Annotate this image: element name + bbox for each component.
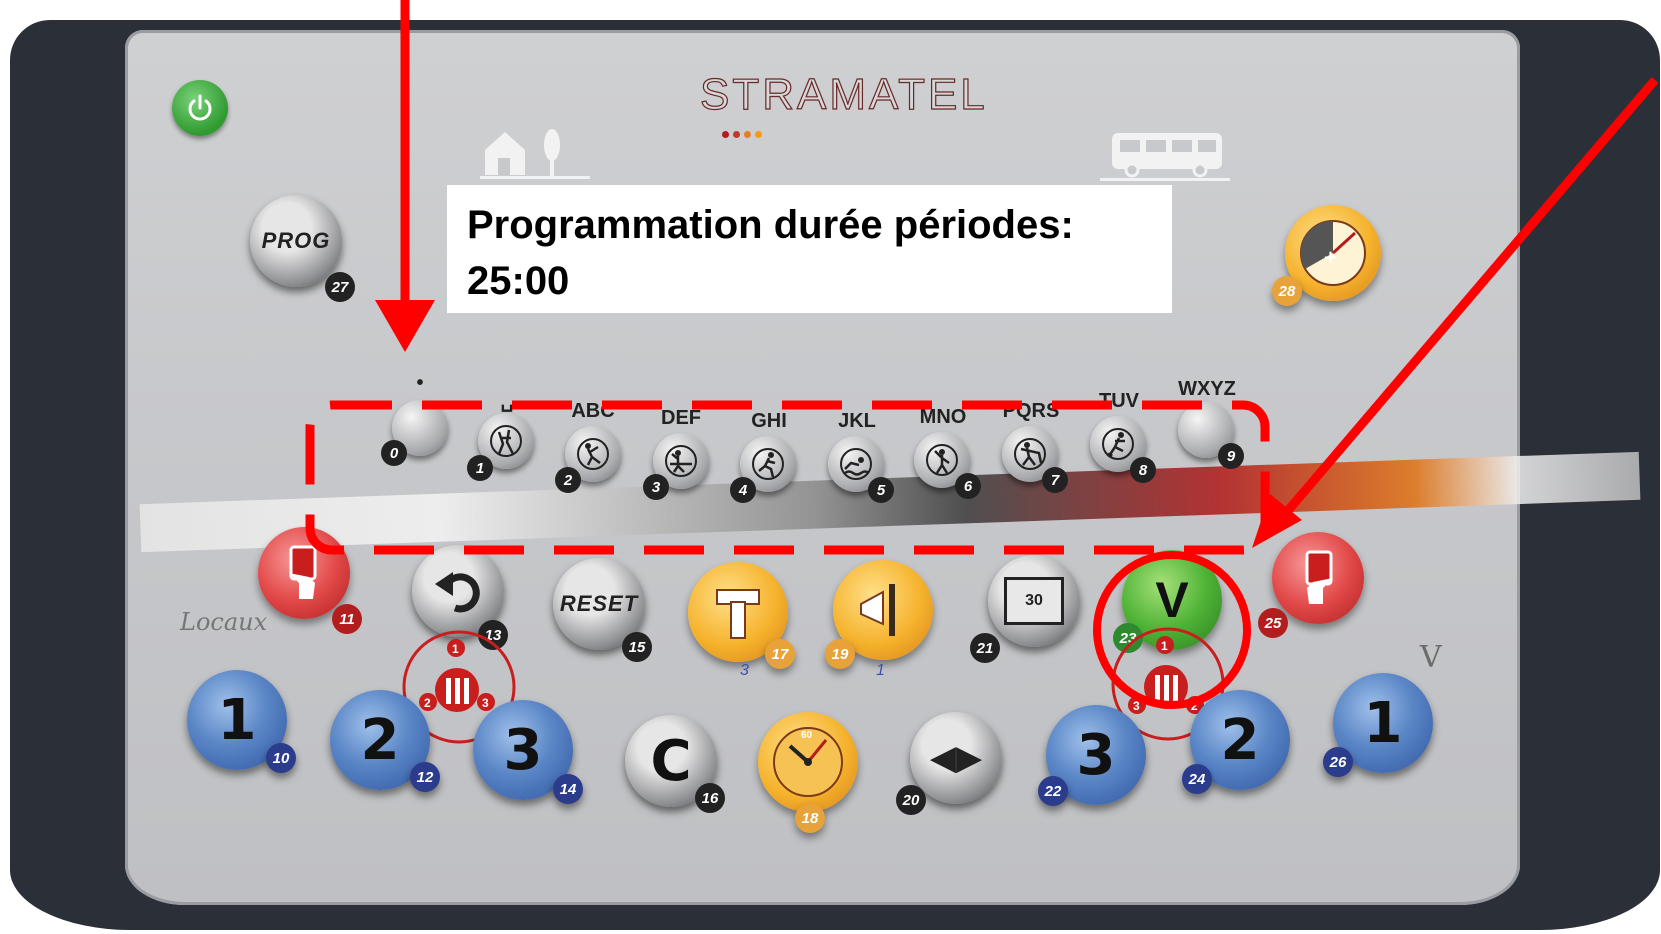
button-number: 10 — [266, 743, 296, 773]
key-letters: TUV — [1099, 390, 1139, 412]
shot-clock-button[interactable]: 30 — [988, 555, 1080, 647]
key-letters: • — [416, 372, 424, 394]
button-number: 26 — [1323, 747, 1353, 777]
red-card-hand-icon — [289, 545, 317, 599]
key-number: 9 — [1218, 443, 1244, 469]
power-icon — [188, 94, 212, 121]
button-label: 3 — [1076, 722, 1116, 788]
red-card-home-number: 11 — [332, 604, 362, 634]
handball-player-icon — [577, 438, 609, 470]
button-label: 1 — [1363, 690, 1403, 756]
arrows-button[interactable]: ◀▶ — [910, 712, 1002, 804]
clock-plus-icon: + — [1300, 220, 1366, 286]
foul-dot-label: 3 — [1133, 699, 1140, 713]
key-number: 7 — [1042, 467, 1068, 493]
shot-clock-text: 30 — [1025, 592, 1043, 609]
key-number: 1 — [467, 455, 493, 481]
swimmer-icon — [840, 448, 872, 480]
prog-button[interactable]: PROG — [250, 195, 342, 287]
football-player-icon — [1102, 428, 1134, 460]
red-card-hand-icon — [1305, 550, 1333, 604]
key-number: 8 — [1130, 457, 1156, 483]
timeout-home-number: 17 — [765, 639, 795, 669]
key-number: 6 — [955, 473, 981, 499]
arrows-icon: ◀▶ — [929, 739, 983, 777]
key-letters: GHI — [751, 410, 787, 432]
key-number: 2 — [555, 467, 581, 493]
stopwatch-dial-label: 60 — [801, 730, 813, 741]
key-letters: ␣ — [500, 390, 514, 412]
button-number: 12 — [410, 762, 440, 792]
button-number: 22 — [1038, 776, 1068, 806]
callout-line-1: Programmation durée périodes: — [467, 203, 1074, 247]
timeout-t-icon — [716, 589, 760, 639]
key-letters: DEF — [661, 407, 701, 429]
validate-label: V — [1155, 572, 1189, 628]
callout-line-2: 25:00 — [467, 259, 570, 303]
button-number: 24 — [1182, 764, 1212, 794]
key-number: 4 — [730, 477, 756, 503]
handwritten-mark: 3 — [740, 662, 749, 679]
reset-number: 15 — [622, 632, 652, 662]
button-number: 14 — [553, 774, 583, 804]
horn-number: 19 — [825, 639, 855, 669]
handwritten-mark: 1 — [876, 662, 885, 679]
key-letters: PQRS — [1002, 400, 1060, 422]
time-adjust-number: 28 — [1272, 276, 1302, 306]
foul-dot-label: 1 — [452, 642, 459, 656]
button-label: 1 — [217, 687, 257, 753]
reset-label: RESET — [559, 591, 639, 616]
button-label: 2 — [360, 707, 400, 773]
shot-clock-screen-icon: 30 — [1004, 577, 1064, 625]
button-number: 16 — [695, 783, 725, 813]
foul-dot-label: 3 — [482, 696, 489, 710]
red-card-guest-number: 25 — [1258, 608, 1288, 638]
runner-icon — [752, 448, 784, 480]
key-number: 0 — [381, 440, 407, 466]
key-number: 5 — [868, 477, 894, 503]
annotation-callout: Programmation durée périodes: 25:00 — [447, 185, 1172, 313]
prog-number: 27 — [325, 272, 355, 302]
key-number: 3 — [643, 474, 669, 500]
button-label: 2 — [1220, 707, 1260, 773]
svg-text:+: + — [1323, 247, 1338, 268]
key-letters: MNO — [919, 406, 967, 428]
hockey-player-icon — [1014, 438, 1046, 470]
handwritten-home-note: Locaux — [180, 608, 268, 636]
stopwatch-icon: 60 — [773, 727, 843, 797]
key-letters: JKL — [838, 410, 876, 432]
button-number: 20 — [896, 785, 926, 815]
undo-icon — [435, 572, 480, 613]
key-letters: ABC — [571, 400, 615, 422]
button-label: 3 — [503, 717, 543, 783]
button-number: 18 — [795, 803, 825, 833]
key-letters: WXYZ — [1178, 378, 1236, 400]
prog-label: PROG — [261, 228, 331, 253]
power-button[interactable] — [172, 80, 228, 136]
foul-dot-label: 1 — [1161, 639, 1168, 653]
red-card-guest-button[interactable] — [1272, 532, 1364, 624]
foul-dot-label: 2 — [1191, 699, 1198, 713]
volleyball-player-icon — [665, 445, 697, 477]
home-icon — [480, 129, 590, 179]
button-label: C — [650, 728, 692, 794]
gymnast-icon — [926, 444, 958, 476]
shot-clock-number: 21 — [970, 633, 1000, 663]
chrono-button[interactable]: 60 — [758, 712, 858, 812]
bus-icon — [1100, 133, 1230, 181]
horn-icon — [860, 584, 895, 636]
brand-logo: STRAMATEL — [699, 69, 988, 119]
brand-dots — [722, 125, 782, 138]
handwritten-guest-note: V — [1420, 640, 1442, 675]
foul-dot-label: 2 — [424, 696, 431, 710]
red-card-home-button[interactable] — [258, 527, 350, 619]
basketball-player-icon — [490, 425, 522, 457]
